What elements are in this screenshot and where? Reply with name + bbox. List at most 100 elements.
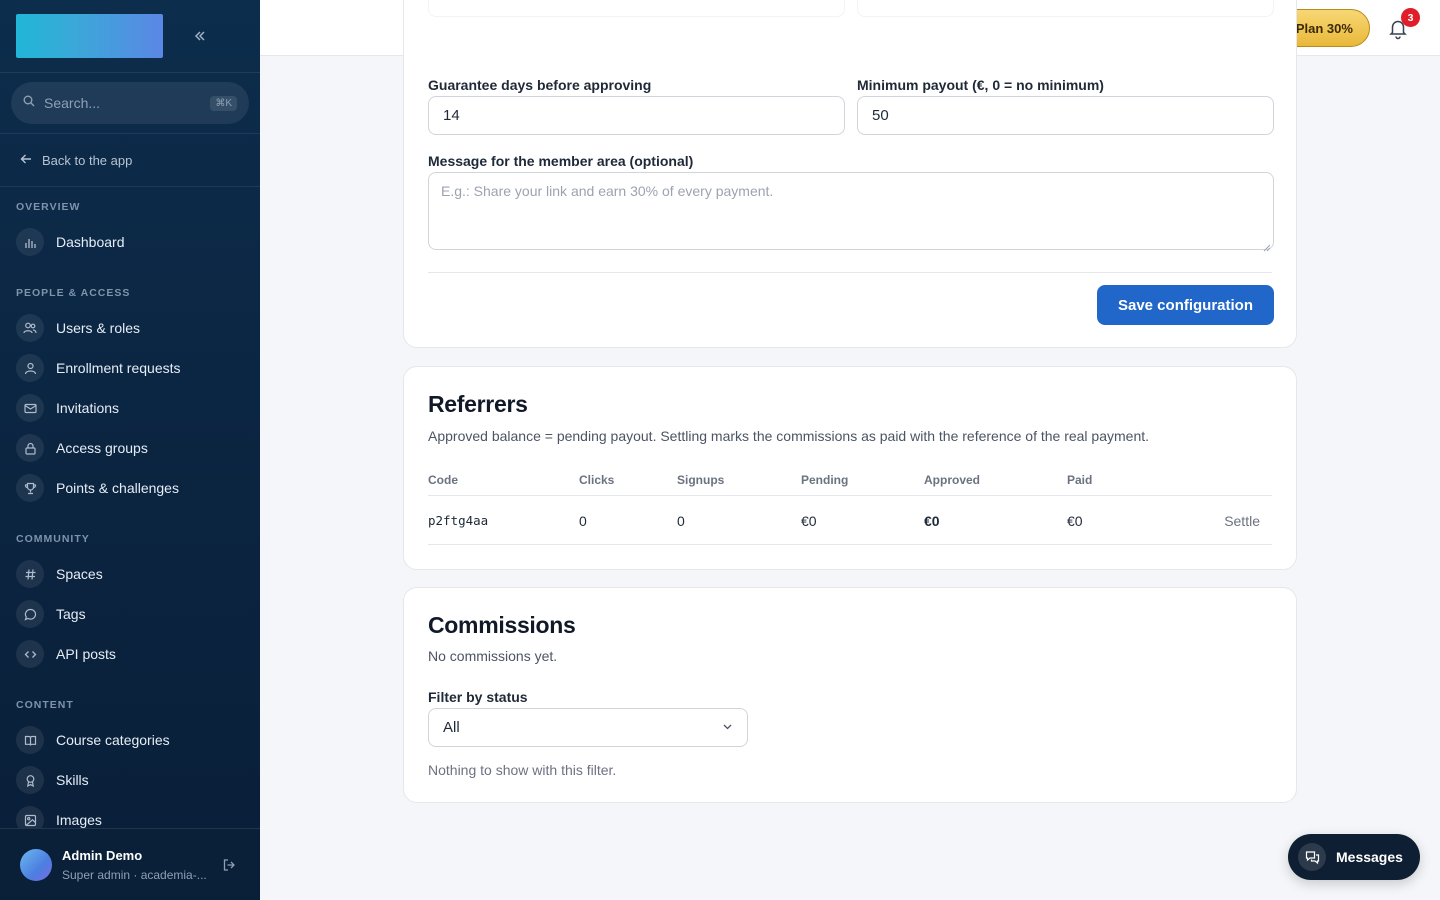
sidebar-item-points-challenges[interactable]: Points & challenges (0, 468, 260, 508)
sidebar-item-label: Invitations (56, 400, 120, 416)
sidebar-section-community: COMMUNITY Spaces Tags API posts (0, 532, 260, 674)
back-to-app-link[interactable]: Back to the app (0, 134, 260, 187)
faded-field-left (428, 0, 845, 17)
column-header-code: Code (428, 473, 458, 487)
sidebar-item-label: API posts (56, 646, 116, 662)
award-icon (16, 766, 44, 794)
hash-icon (16, 560, 44, 588)
minimum-payout-label: Minimum payout (€, 0 = no minimum) (857, 77, 1104, 93)
referrers-card: Referrers Approved balance = pending pay… (403, 366, 1297, 570)
sidebar-user-card: Admin Demo Super admin · academia-... (0, 828, 260, 900)
section-title: CONTENT (16, 699, 74, 711)
column-header-paid: Paid (1067, 473, 1093, 487)
chat-icon (16, 600, 44, 628)
user-role: Super admin · academia-... (62, 867, 207, 882)
sidebar-item-label: Course categories (56, 732, 170, 748)
trophy-icon (16, 474, 44, 502)
referrers-title: Referrers (428, 391, 528, 417)
sidebar-item-users-roles[interactable]: Users & roles (0, 308, 260, 348)
messages-label: Messages (1336, 849, 1403, 865)
member-message-placeholder: E.g.: Share your link and earn 30% of ev… (441, 183, 774, 199)
table-row-divider (428, 544, 1272, 545)
column-header-clicks: Clicks (579, 473, 615, 487)
table-header-divider (428, 495, 1272, 496)
referrer-pending: €0 (801, 513, 817, 529)
messages-button[interactable]: Messages (1288, 834, 1420, 880)
users-icon (16, 314, 44, 342)
referrer-signups: 0 (677, 513, 685, 529)
status-filter-select[interactable]: All (428, 708, 748, 747)
sidebar-header (0, 0, 260, 73)
guarantee-days-input[interactable]: 14 (428, 96, 845, 135)
mail-icon (16, 394, 44, 422)
sidebar-item-invitations[interactable]: Invitations (0, 388, 260, 428)
book-icon (16, 726, 44, 754)
arrow-left-icon (20, 153, 32, 168)
back-to-app-label: Back to the app (42, 152, 133, 168)
sidebar-section-content: CONTENT Course categories Skills Images (0, 698, 260, 840)
chevron-down-icon (722, 719, 733, 736)
sidebar-item-label: Skills (56, 772, 89, 788)
section-title: PEOPLE & ACCESS (16, 287, 131, 299)
sidebar-item-tags[interactable]: Tags (0, 594, 260, 634)
sidebar-item-label: Users & roles (56, 320, 141, 336)
section-title: COMMUNITY (16, 533, 90, 545)
search-shortcut: ⌘K (210, 95, 237, 111)
sidebar-item-access-groups[interactable]: Access groups (0, 428, 260, 468)
commissions-subtitle: No commissions yet. (428, 648, 558, 664)
sidebar-item-label: Spaces (56, 566, 103, 582)
member-message-textarea[interactable]: E.g.: Share your link and earn 30% of ev… (428, 172, 1274, 252)
sidebar-item-label: Dashboard (56, 234, 125, 250)
search-placeholder[interactable]: Search... (44, 95, 201, 111)
faded-field-right (857, 0, 1274, 17)
bar-chart-icon (16, 228, 44, 256)
search-icon (23, 94, 35, 112)
minimum-payout-input[interactable]: 50 (857, 96, 1274, 135)
sidebar-item-label: Enrollment requests (56, 360, 181, 376)
status-filter-value: All (443, 719, 460, 736)
column-header-pending: Pending (801, 473, 849, 487)
column-header-approved: Approved (924, 473, 981, 487)
save-configuration-button[interactable]: Save configuration (1097, 285, 1274, 325)
settle-button[interactable]: Settle (1224, 513, 1260, 529)
notification-count-badge: 3 (1401, 8, 1420, 27)
user-icon (16, 354, 44, 382)
sidebar-item-label: Access groups (56, 440, 148, 456)
referrer-code: p2ftg4aa (428, 513, 489, 528)
sidebar-item-course-categories[interactable]: Course categories (0, 720, 260, 760)
sidebar-item-label: Tags (56, 606, 86, 622)
referral-config-card: Guarantee days before approving 14 Minim… (403, 0, 1297, 348)
filter-status-label: Filter by status (428, 689, 528, 705)
referrers-subtitle: Approved balance = pending payout. Settl… (428, 428, 1150, 444)
commissions-card: Commissions No commissions yet. Filter b… (403, 587, 1297, 803)
referrer-clicks: 0 (579, 513, 587, 529)
member-message-label: Message for the member area (optional) (428, 153, 694, 169)
code-icon (16, 640, 44, 668)
guarantee-days-label: Guarantee days before approving (428, 77, 652, 93)
sidebar: Search... ⌘K Back to the app OVERVIEW Da… (0, 0, 260, 900)
sidebar-item-skills[interactable]: Skills (0, 760, 260, 800)
referrer-paid: €0 (1067, 513, 1083, 529)
sidebar-section-overview: OVERVIEW Dashboard (0, 200, 260, 262)
sidebar-item-spaces[interactable]: Spaces (0, 554, 260, 594)
sidebar-item-dashboard[interactable]: Dashboard (0, 222, 260, 262)
search-input[interactable]: Search... ⌘K (11, 82, 249, 124)
user-meta: Admin Demo Super admin · academia-... (62, 848, 208, 882)
sidebar-item-enrollment-requests[interactable]: Enrollment requests (0, 348, 260, 388)
user-name: Admin Demo (62, 847, 143, 863)
avatar[interactable] (20, 848, 52, 881)
commissions-empty-text: Nothing to show with this filter. (428, 762, 617, 778)
sidebar-section-people: PEOPLE & ACCESS Users & roles Enrollment… (0, 286, 260, 508)
collapse-sidebar-icon[interactable] (186, 22, 214, 50)
messages-icon (1298, 843, 1326, 871)
sidebar-item-label: Images (56, 812, 102, 828)
referrer-approved: €0 (924, 513, 940, 529)
sidebar-item-api-posts[interactable]: API posts (0, 634, 260, 674)
column-header-signups: Signups (677, 473, 725, 487)
brand-logo[interactable] (16, 14, 163, 58)
commissions-title: Commissions (428, 612, 576, 638)
logout-icon[interactable] (218, 854, 240, 876)
resize-grip-icon[interactable] (1263, 239, 1271, 252)
sidebar-item-label: Points & challenges (56, 480, 179, 496)
sidebar-search-wrap: Search... ⌘K (0, 73, 260, 134)
